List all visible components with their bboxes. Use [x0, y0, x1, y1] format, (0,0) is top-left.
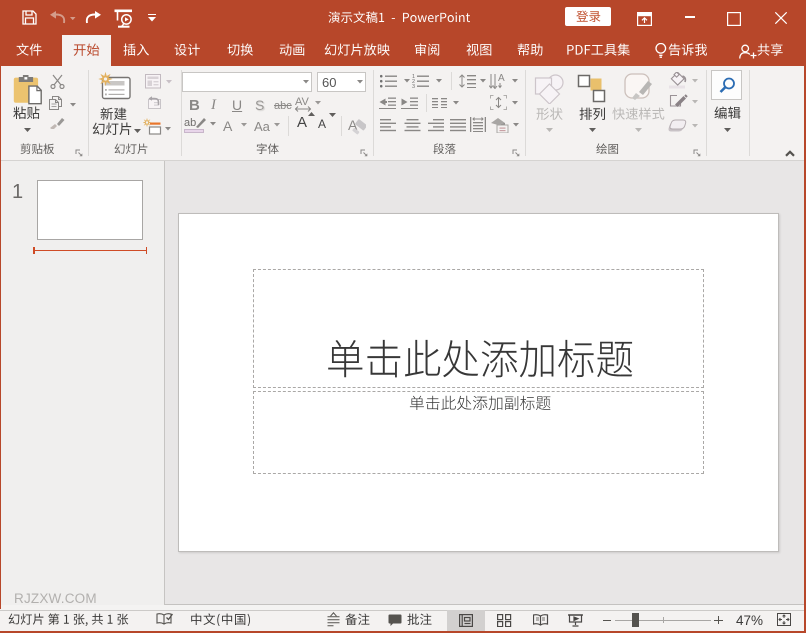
svg-text:3: 3	[412, 84, 415, 88]
svg-text:A: A	[498, 73, 505, 84]
